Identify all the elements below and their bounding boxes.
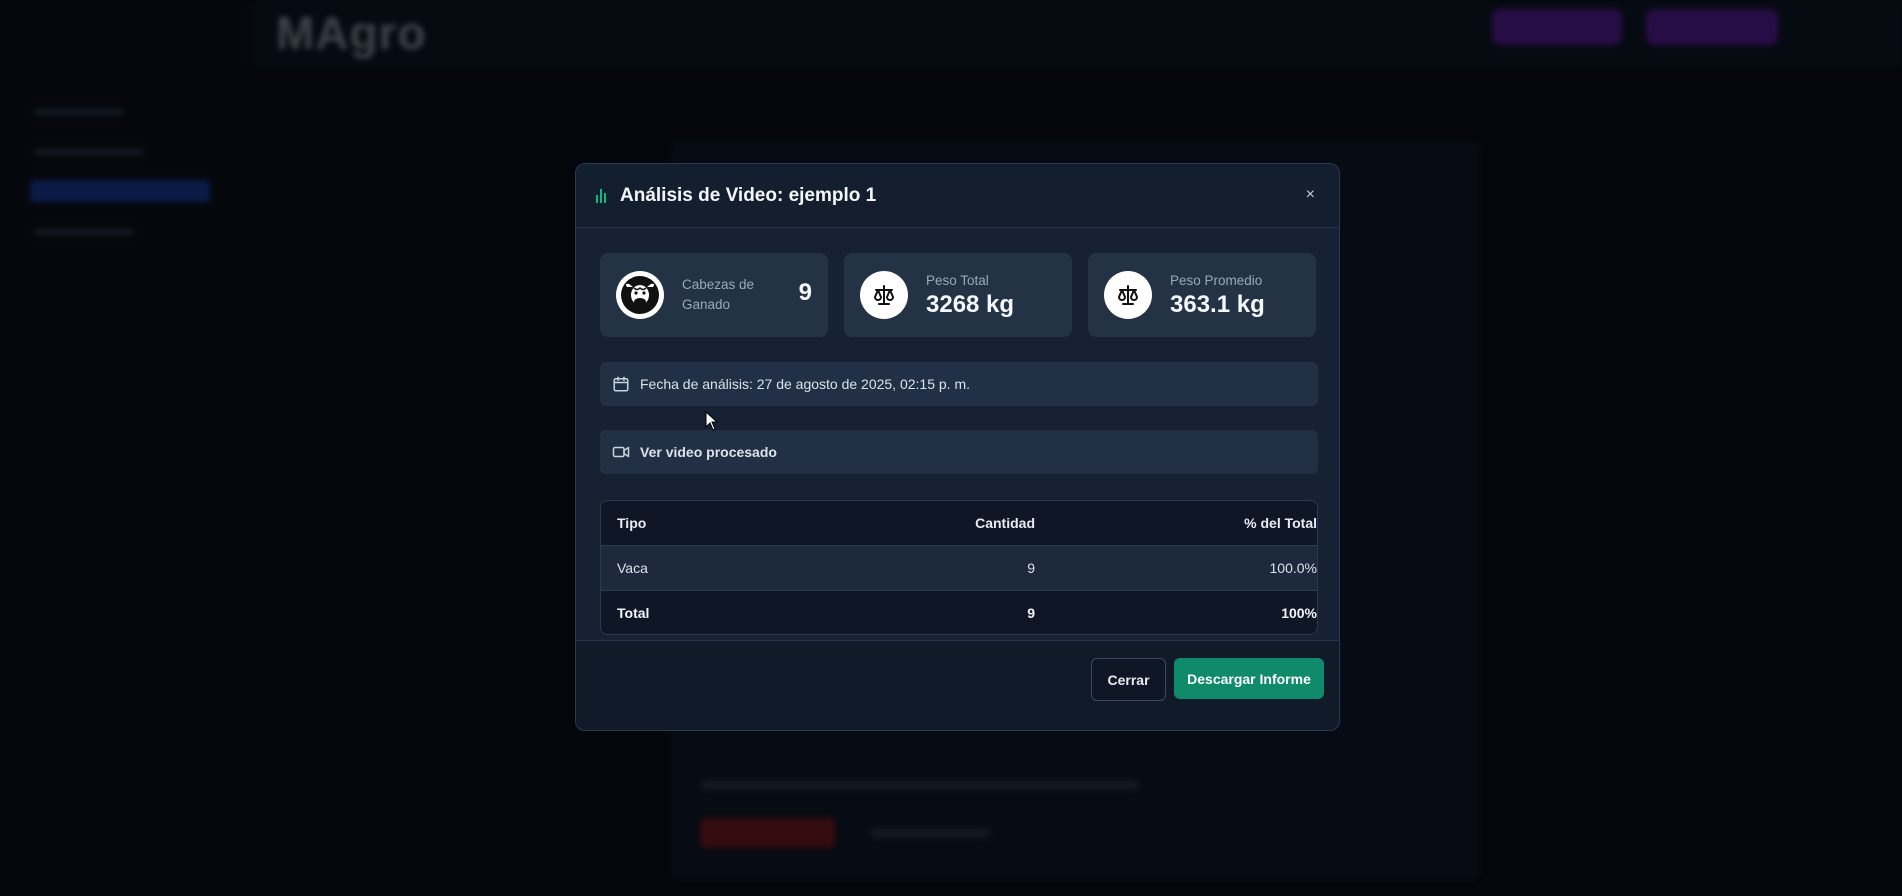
scale-icon [860, 271, 908, 319]
table-cell: Total [617, 605, 650, 621]
cow-icon [616, 271, 664, 319]
column-header: Tipo [617, 515, 647, 531]
modal-header: Análisis de Video: ejemplo 1 × [576, 164, 1339, 228]
stat-value-cattle: 9 [798, 279, 812, 306]
stat-card-cattle: Cabezas de Ganado 9 [600, 253, 828, 337]
table-cell: 9 [1027, 560, 1035, 576]
scale-icon [1104, 271, 1152, 319]
analysis-date: Fecha de análisis: 27 de agosto de 2025,… [640, 376, 971, 392]
stat-label-cattle: Cabezas de Ganado [682, 277, 755, 312]
table-cell: 100% [1281, 605, 1317, 621]
modal-footer: Cerrar Descargar Informe [576, 640, 1339, 730]
close-icon[interactable]: × [1306, 186, 1315, 204]
table-total-row: Total 9 100% [601, 590, 1317, 634]
breakdown-table: Tipo Cantidad % del Total Vaca 9 100.0% … [600, 500, 1318, 635]
stats-row: Cabezas de Ganado 9 Peso Total 3268 kg P… [600, 253, 1316, 337]
stat-value-total-weight: 3268 kg [926, 291, 1015, 318]
download-report-button[interactable]: Descargar Informe [1174, 658, 1324, 699]
close-button[interactable]: Cerrar [1091, 658, 1166, 701]
processed-video-link[interactable]: Ver video procesado [600, 430, 1318, 474]
stat-value-avg-weight: 363.1 kg [1170, 291, 1265, 318]
analysis-modal: Análisis de Video: ejemplo 1 × Cabezas d… [575, 163, 1340, 731]
stat-card-total-weight: Peso Total 3268 kg [844, 253, 1072, 337]
stat-card-avg-weight: Peso Promedio 363.1 kg [1088, 253, 1316, 337]
table-row: Vaca 9 100.0% [601, 545, 1317, 590]
stat-label-total-weight: Peso Total [926, 273, 989, 288]
video-icon [612, 446, 630, 458]
column-header: Cantidad [975, 515, 1035, 531]
table-cell: Vaca [617, 560, 648, 576]
video-link-label: Ver video procesado [640, 444, 777, 460]
table-cell: 100.0% [1269, 560, 1317, 576]
calendar-icon [613, 376, 629, 392]
modal-title: Análisis de Video: ejemplo 1 [620, 184, 877, 206]
column-header: % del Total [1244, 515, 1317, 531]
table-header-row: Tipo Cantidad % del Total [601, 501, 1317, 545]
stat-label-avg-weight: Peso Promedio [1170, 273, 1263, 288]
table-cell: 9 [1027, 605, 1035, 621]
analysis-date-row: Fecha de análisis: 27 de agosto de 2025,… [600, 362, 1318, 406]
bar-chart-icon [596, 188, 610, 203]
mouse-cursor-icon [705, 411, 719, 431]
modal-body: Cabezas de Ganado 9 Peso Total 3268 kg P… [576, 228, 1339, 640]
